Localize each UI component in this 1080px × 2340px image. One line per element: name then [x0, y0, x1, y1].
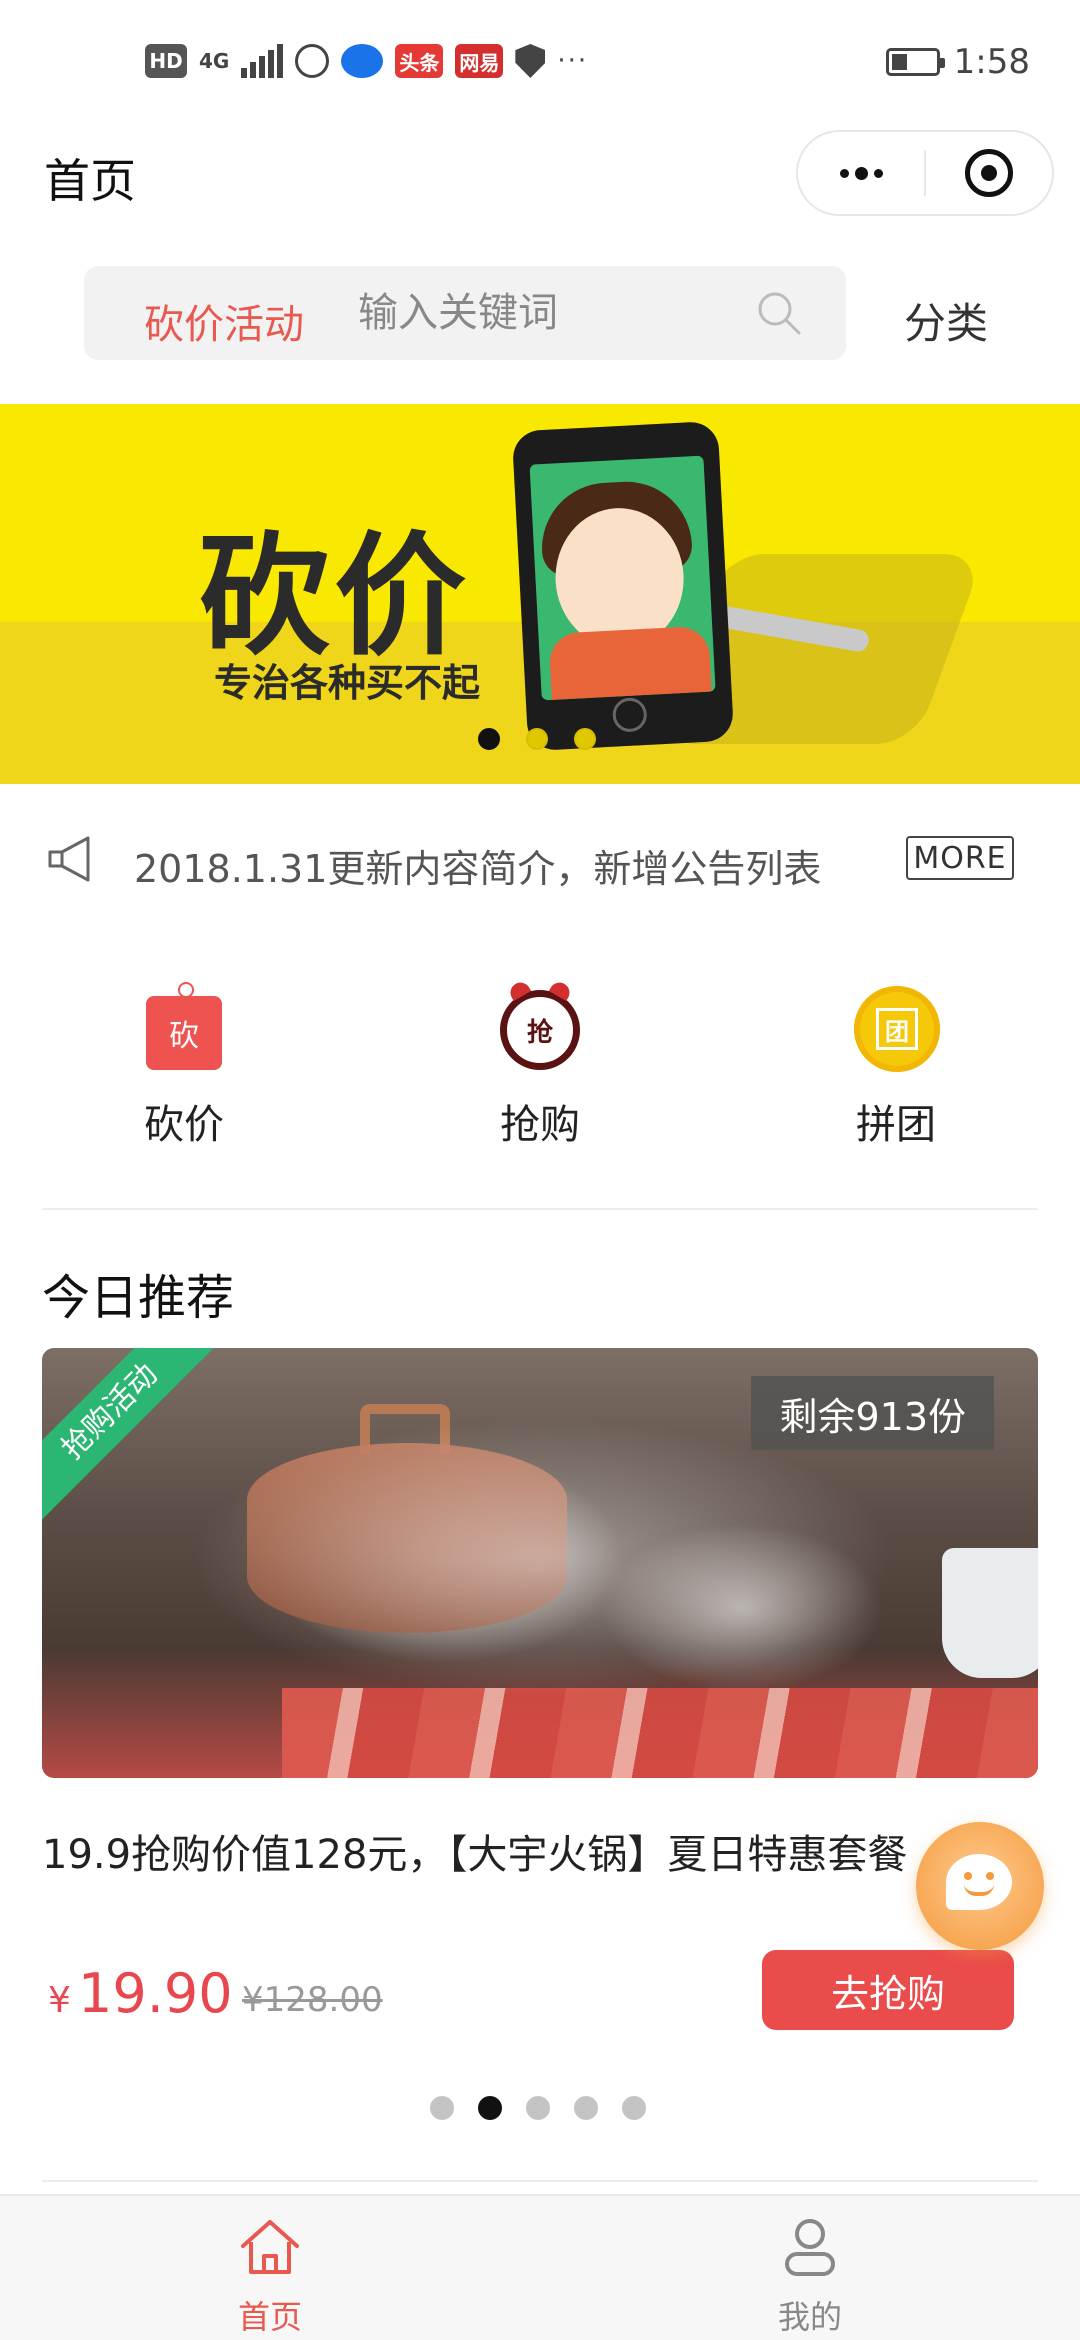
original-price: ¥128.00	[242, 1980, 383, 2020]
signal-icon	[241, 44, 284, 78]
carousel-dot[interactable]	[526, 2096, 550, 2120]
notice-more-button[interactable]: MORE	[906, 836, 1014, 880]
entry-bargain[interactable]: 砍 砍价	[64, 980, 304, 1150]
carousel-dot[interactable]	[622, 2096, 646, 2120]
banner-dot[interactable]	[478, 728, 500, 750]
carousel-dot[interactable]	[574, 2096, 598, 2120]
banner-dot[interactable]	[526, 728, 548, 750]
entry-flash-sale[interactable]: 抢 抢购	[420, 980, 660, 1150]
section-title: 今日推荐	[42, 1270, 235, 1326]
megaphone-icon	[48, 836, 90, 882]
chat-smile-icon	[946, 1854, 1012, 1910]
carousel-dot[interactable]	[478, 2096, 502, 2120]
section-divider	[42, 2180, 1038, 2182]
battery-icon	[885, 48, 945, 76]
tab-label: 我的	[777, 2298, 842, 2336]
entry-label: 拼团	[856, 1102, 936, 1148]
group-coin-icon: 团	[854, 980, 940, 1072]
status-time: 1:58	[953, 42, 1030, 82]
globe-icon	[295, 44, 330, 78]
product-title[interactable]: 19.9抢购价值128元，【大宇火锅】夏日特惠套餐	[42, 1822, 1002, 1880]
shield-icon	[515, 44, 546, 78]
product-image[interactable]: 抢购活动 剩余913份	[42, 1348, 1038, 1778]
battery-level	[891, 54, 907, 70]
buy-now-button[interactable]: 去抢购	[762, 1950, 1014, 2030]
section-divider	[42, 1208, 1038, 1210]
carousel-dot[interactable]	[430, 2096, 454, 2120]
search-bar[interactable]: 砍价活动	[84, 266, 846, 360]
sale-price: 19.90	[78, 1962, 233, 2025]
status-bar: HD 4G 头条 网易 ··· 1:58	[0, 0, 1080, 130]
search-icon[interactable]	[754, 288, 804, 338]
character-robe	[548, 625, 713, 701]
entry-group-buy[interactable]: 团 拼团	[776, 980, 1016, 1150]
more-notifications-icon: ···	[557, 46, 589, 76]
hd-icon: HD	[145, 44, 187, 78]
price-currency: ¥	[48, 1980, 71, 2021]
category-link[interactable]: 分类	[904, 290, 988, 351]
page-title: 首页	[44, 154, 136, 208]
tab-bar: 首页 我的	[0, 2194, 1080, 2340]
carousel-indicator	[430, 2096, 646, 2120]
banner-dot[interactable]	[574, 728, 596, 750]
cup-illustration	[942, 1548, 1038, 1678]
status-icons-left: HD 4G 头条 网易 ···	[145, 44, 588, 78]
close-miniprogram-button[interactable]	[926, 132, 1052, 214]
app-icon	[341, 44, 384, 78]
promo-banner[interactable]: 砍价 专治各种买不起	[0, 404, 1080, 784]
alarm-clock-icon: 抢	[498, 980, 582, 1072]
entry-label: 抢购	[500, 1102, 580, 1148]
status-icons-right: 1:58	[885, 42, 1030, 82]
banner-subtitle: 专治各种买不起	[214, 661, 481, 705]
search-input[interactable]	[358, 288, 738, 338]
target-icon	[965, 149, 1013, 197]
user-icon	[785, 2219, 835, 2276]
network-type-label: 4G	[199, 49, 230, 73]
more-dots-icon	[839, 166, 883, 180]
banner-indicator	[478, 728, 596, 750]
tab-mine[interactable]: 我的	[690, 2212, 930, 2338]
search-filter-tag[interactable]: 砍价活动	[144, 292, 304, 350]
steam-illustration	[162, 1408, 922, 1708]
tab-label: 首页	[237, 2298, 302, 2336]
price-tag-icon: 砍	[142, 980, 226, 1072]
miniprogram-capsule	[796, 130, 1054, 216]
customer-service-button[interactable]	[916, 1822, 1044, 1950]
entry-label: 砍价	[144, 1102, 224, 1148]
more-menu-button[interactable]	[798, 132, 924, 214]
tab-home[interactable]: 首页	[150, 2212, 390, 2338]
notice-text[interactable]: 2018.1.31更新内容简介，新增公告列表	[134, 838, 821, 893]
stock-badge: 剩余913份	[751, 1376, 994, 1450]
home-icon	[241, 2220, 299, 2274]
phone-home-button	[611, 696, 648, 733]
netease-icon: 网易	[455, 44, 504, 78]
toutiao-icon: 头条	[395, 44, 444, 78]
phone-illustration	[511, 420, 735, 752]
phone-screen	[529, 455, 716, 701]
